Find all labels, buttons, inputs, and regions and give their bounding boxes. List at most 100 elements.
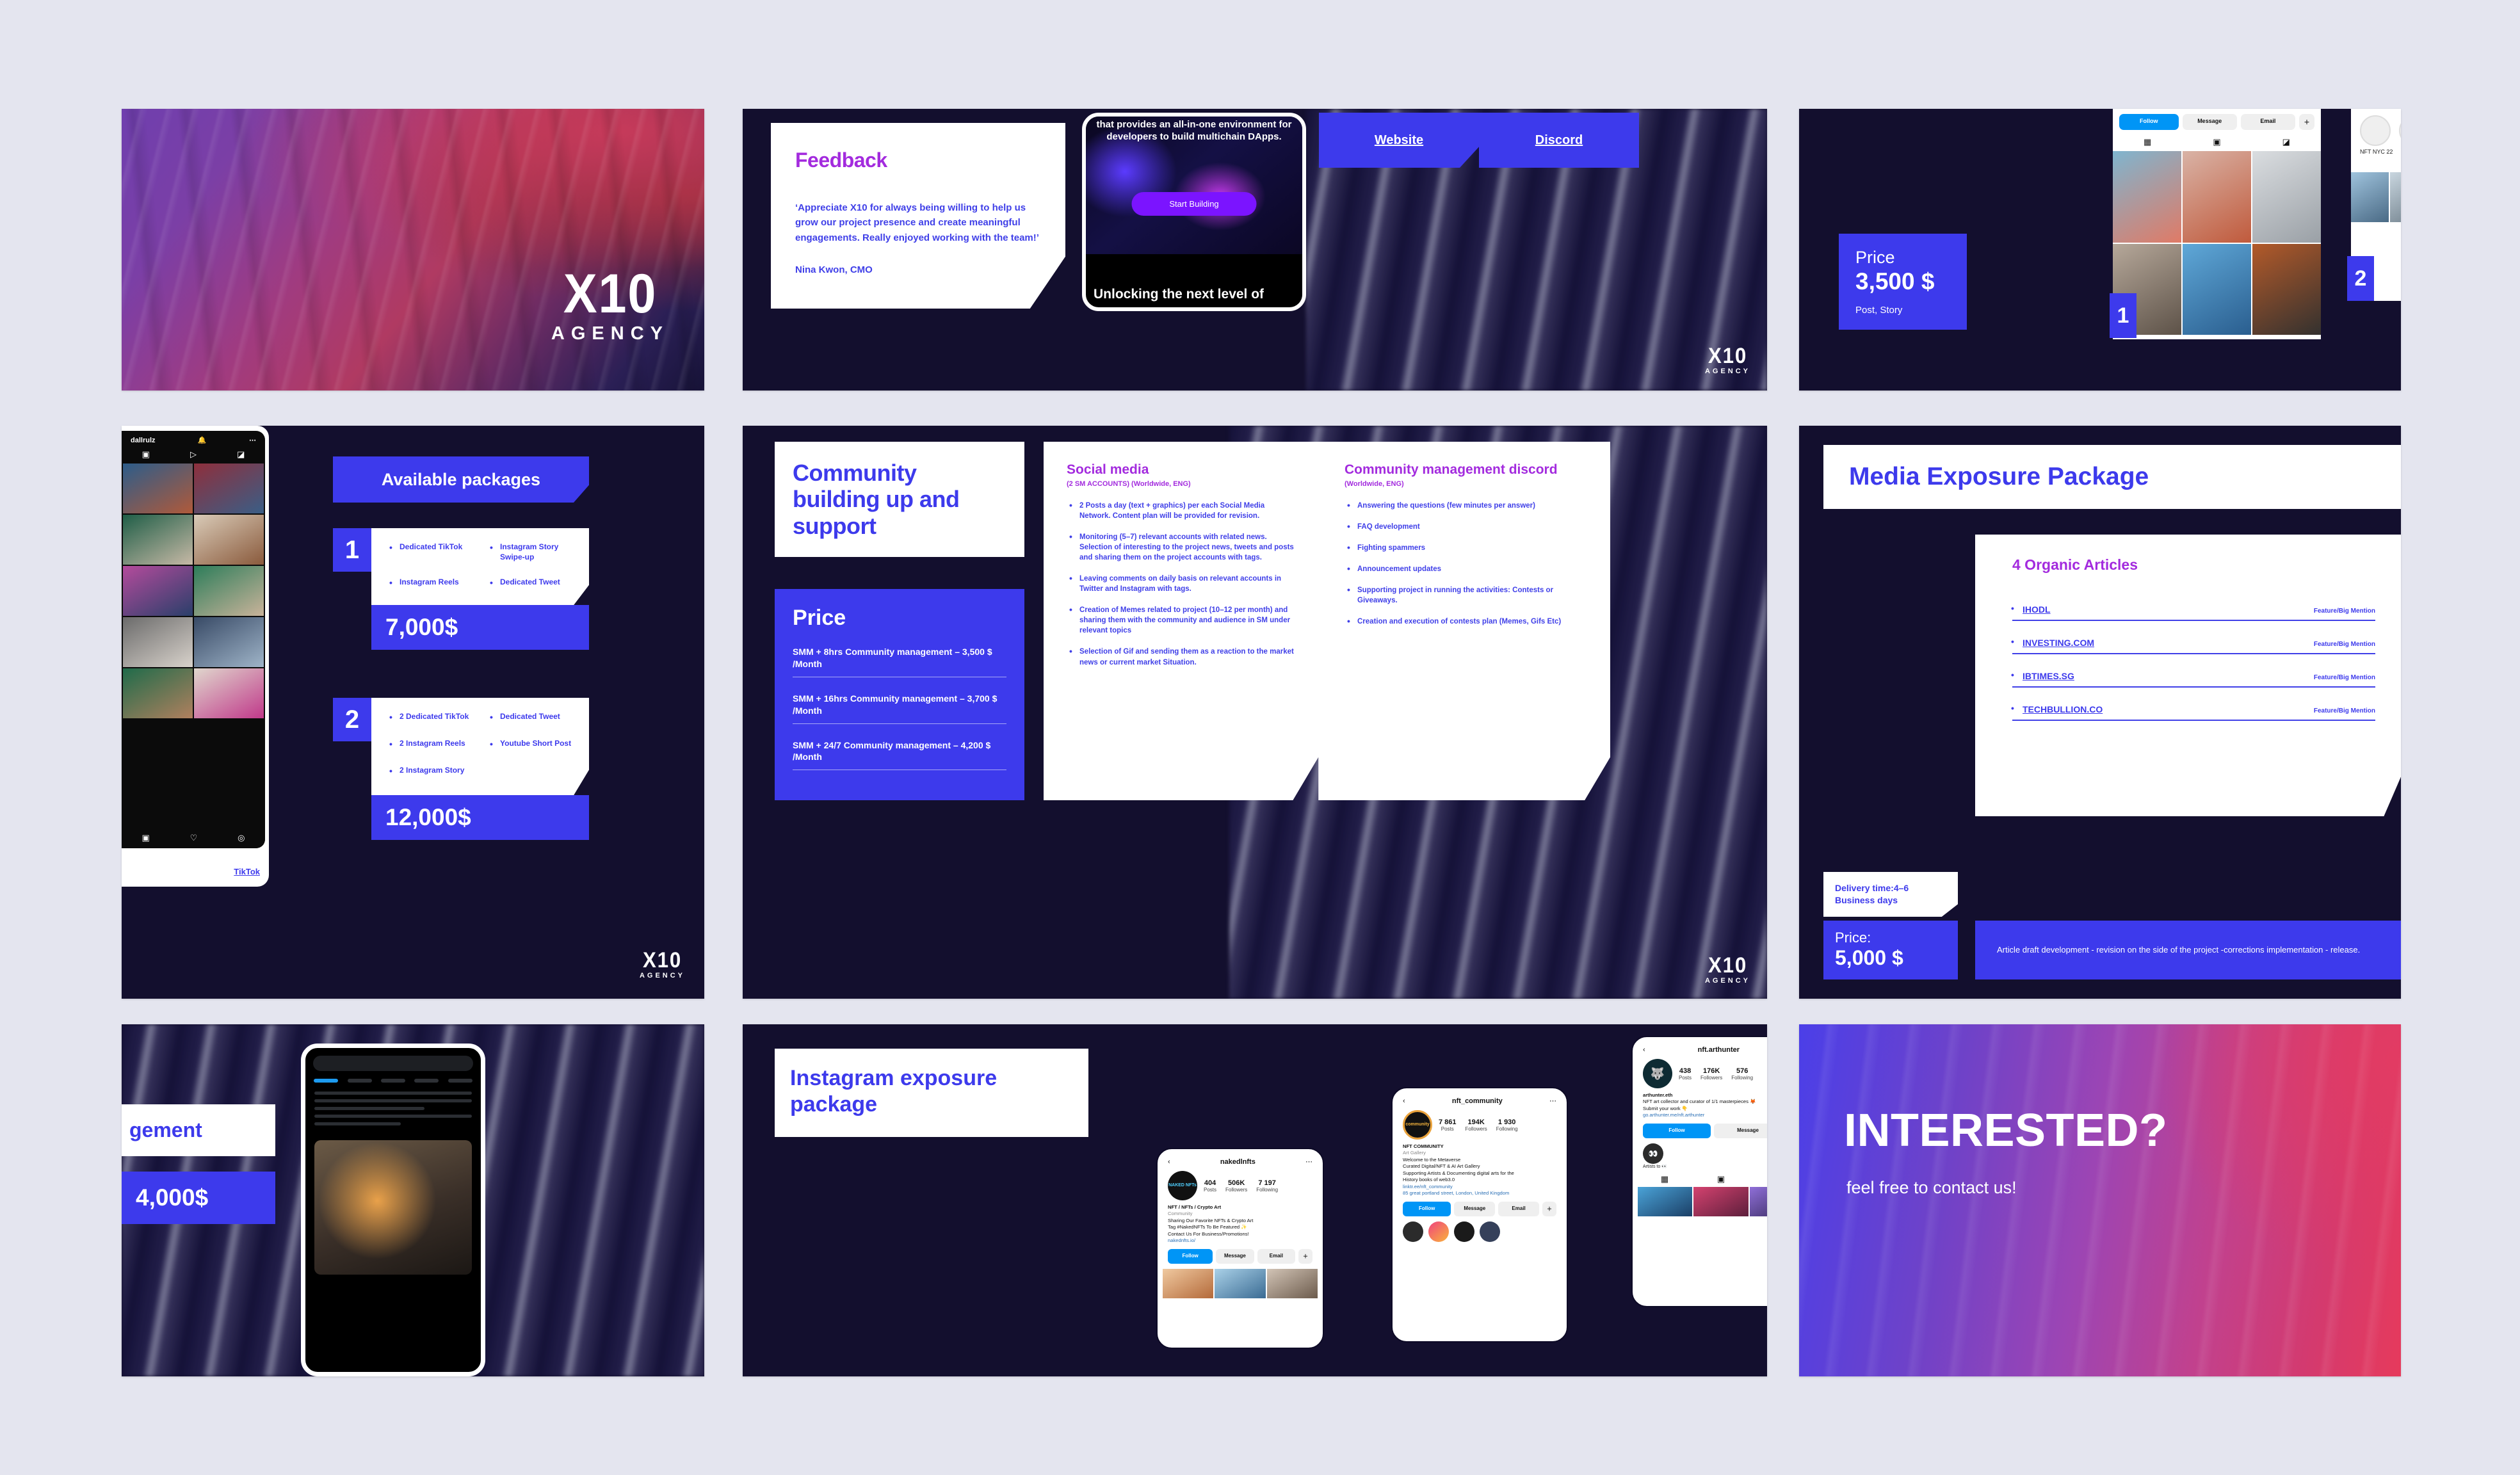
back-icon[interactable]: ‹ <box>1403 1097 1405 1105</box>
instagram-card-naked-nfts[interactable]: Follow Message Email ＋ ▦ ▣ ◪ Naked NFTs <box>2113 109 2321 339</box>
post-thumb[interactable] <box>194 463 264 513</box>
bio-link[interactable]: linktr.ee/nft_community <box>1403 1184 1556 1190</box>
post-thumb[interactable] <box>194 566 264 616</box>
follow-button[interactable]: Follow <box>1403 1201 1451 1216</box>
post-thumb[interactable] <box>194 617 264 667</box>
instagram-post-grid[interactable] <box>2351 172 2401 223</box>
search-field[interactable] <box>313 1056 473 1071</box>
follow-button[interactable]: Follow <box>1643 1123 1711 1138</box>
profile-buttons[interactable]: Follow Message ＋ <box>1636 1119 1767 1143</box>
tab-top[interactable] <box>314 1079 339 1083</box>
tiktok-bottom-nav[interactable]: ▣ ♡ ◎ <box>122 829 265 848</box>
post-thumb[interactable] <box>2351 172 2389 223</box>
profile-buttons[interactable]: Follow Message Email ＋ <box>1396 1197 1563 1221</box>
highlight-circle-icon[interactable] <box>1428 1221 1449 1242</box>
slide-community-building[interactable]: Community building up and support Price … <box>743 426 1767 999</box>
back-icon[interactable]: ‹ <box>1168 1158 1170 1166</box>
post-thumb[interactable] <box>194 668 264 718</box>
message-button[interactable]: Message <box>2182 114 2237 130</box>
story-highlights[interactable] <box>1396 1221 1563 1246</box>
tab-latest[interactable] <box>347 1079 372 1083</box>
email-button[interactable]: Email <box>1498 1201 1539 1216</box>
post-thumb[interactable] <box>1266 1268 1318 1298</box>
bell-icon[interactable]: 🔔 <box>198 436 207 444</box>
post-thumb[interactable] <box>2183 243 2251 335</box>
highlight-circle-icon[interactable] <box>1454 1221 1474 1242</box>
post-thumb[interactable] <box>123 668 193 718</box>
highlight-item[interactable]: 👀 Artists to 👀 <box>1643 1143 1667 1169</box>
instagram-tabs[interactable]: ▦ ▣ ◪ <box>2113 134 2321 151</box>
post-thumb[interactable] <box>1693 1186 1749 1216</box>
slide-instagram-exposure[interactable]: Instagram exposure package ‹ nakedlnfts … <box>743 1024 1767 1376</box>
discord-link[interactable]: Discord <box>1535 133 1583 148</box>
article-name[interactable]: INVESTING.COM <box>2011 636 2094 648</box>
highlights-row[interactable]: NFT NYC 22 <box>2351 109 2401 155</box>
message-button[interactable]: Message <box>1216 1248 1254 1264</box>
highlight-circle-icon[interactable] <box>2360 115 2391 146</box>
slide-media-exposure[interactable]: Media Exposure Package 4 Organic Article… <box>1799 426 2401 999</box>
post-thumb[interactable] <box>1749 1186 1767 1216</box>
instagram-profile-arthunter[interactable]: ‹ nft.arthunter ⋯ 🐺 438Posts 176KFollowe… <box>1633 1037 1767 1306</box>
email-button[interactable]: Email <box>2240 114 2296 130</box>
highlight-circle-icon[interactable] <box>1403 1221 1423 1242</box>
bio-link[interactable]: nakednfts.io/ <box>1168 1237 1312 1244</box>
slide-available-packages[interactable]: dallrulz 🔔 ⋯ ▣ ▷ ◪ ▣ ♡ ◎ TikTok Availabl… <box>122 426 704 999</box>
slide-engagement[interactable]: gement 4,000$ <box>122 1024 704 1376</box>
article-row[interactable]: INVESTING.COM Feature/Big Mention <box>2011 636 2375 648</box>
instagram-profile-nft-community[interactable]: ‹ nft_community ⋯ community 7 861 Posts 1… <box>1393 1088 1567 1341</box>
post-thumb[interactable] <box>194 515 264 565</box>
highlight-circle-icon[interactable]: 👀 <box>1643 1143 1663 1164</box>
follow-button[interactable]: Follow <box>2119 114 2179 130</box>
message-button[interactable]: Message <box>1714 1123 1767 1138</box>
profile-buttons[interactable]: Follow Message Email ＋ <box>1161 1245 1319 1269</box>
account-icon[interactable]: ◎ <box>238 833 245 843</box>
article-name[interactable]: IHODL <box>2011 603 2051 615</box>
tiktok-link[interactable]: TikTok <box>234 867 260 876</box>
more-icon[interactable]: ⋯ <box>249 436 256 444</box>
tab-videos[interactable] <box>448 1079 472 1083</box>
post-thumb[interactable] <box>123 515 193 565</box>
more-icon[interactable]: ⋯ <box>1549 1097 1556 1105</box>
heart-icon[interactable]: ♡ <box>190 833 198 843</box>
instagram-profile-nakednfts[interactable]: ‹ nakedlnfts ⋯ NAKED NFTs 404 Posts 506K F… <box>1158 1149 1323 1348</box>
website-link-cell[interactable]: Website <box>1319 113 1479 168</box>
slide-cover[interactable]: X10 AGENCY <box>122 109 704 391</box>
tab-people[interactable] <box>380 1079 405 1083</box>
highlight-item[interactable]: NFT NYC 22 <box>2360 115 2393 155</box>
article-row[interactable]: TECHBULLION.CO Feature/Big Mention <box>2011 703 2375 714</box>
slide-feedback[interactable]: Feedback ‘Appreciate X10 for always bein… <box>743 109 1767 391</box>
add-person-icon[interactable]: ＋ <box>1542 1201 1556 1216</box>
start-building-button[interactable]: Start Building <box>1131 192 1257 216</box>
post-thumb[interactable] <box>1163 1268 1214 1298</box>
article-row[interactable]: IHODL Feature/Big Mention <box>2011 603 2375 615</box>
grid-tab-icon[interactable]: ▦ <box>2144 137 2151 147</box>
slide-interested[interactable]: INTERESTED? feel free to contact us! <box>1799 1024 2401 1376</box>
tagged-tab-icon[interactable]: ◪ <box>2282 137 2290 147</box>
message-button[interactable]: Message <box>1454 1201 1496 1216</box>
slide-price-post-story[interactable]: Price 3,500 $ Post, Story Follow Message… <box>1799 109 2401 391</box>
instagram-tabs[interactable]: ▦ <box>2351 155 2401 172</box>
instagram-post-grid[interactable] <box>2113 151 2321 335</box>
reels-tab-icon[interactable]: ▣ <box>142 449 150 460</box>
instagram-actions[interactable]: Follow Message Email ＋ <box>2113 109 2321 134</box>
post-thumb[interactable] <box>123 463 193 513</box>
grid-tab-icon[interactable]: ▦ <box>1661 1174 1668 1184</box>
highlight-circle-icon[interactable] <box>1480 1221 1500 1242</box>
profile-tabs[interactable]: ▦ ▣ ◪ <box>1636 1173 1767 1187</box>
website-link[interactable]: Website <box>1375 133 1423 148</box>
tiktok-tabs[interactable]: ▣ ▷ ◪ <box>122 448 265 463</box>
article-name[interactable]: IBTIMES.SG <box>2011 670 2074 681</box>
post-grid[interactable] <box>1636 1186 1767 1218</box>
tiktok-post-grid[interactable] <box>122 463 265 718</box>
discord-link-cell[interactable]: Discord <box>1479 113 1639 168</box>
email-button[interactable]: Email <box>1257 1248 1296 1264</box>
profile-tab-icon[interactable]: ◪ <box>237 449 245 460</box>
bio-link[interactable]: go.arthunter.me/nft.arthunter <box>1643 1112 1767 1118</box>
add-person-icon[interactable]: ＋ <box>2299 114 2315 130</box>
post-grid[interactable] <box>1161 1268 1319 1300</box>
post-thumb[interactable] <box>2183 151 2251 243</box>
home-icon[interactable]: ▣ <box>141 833 149 843</box>
highlight-circle-icon[interactable] <box>2399 115 2401 146</box>
article-row[interactable]: IBTIMES.SG Feature/Big Mention <box>2011 670 2375 681</box>
post-thumb[interactable] <box>2389 172 2401 223</box>
